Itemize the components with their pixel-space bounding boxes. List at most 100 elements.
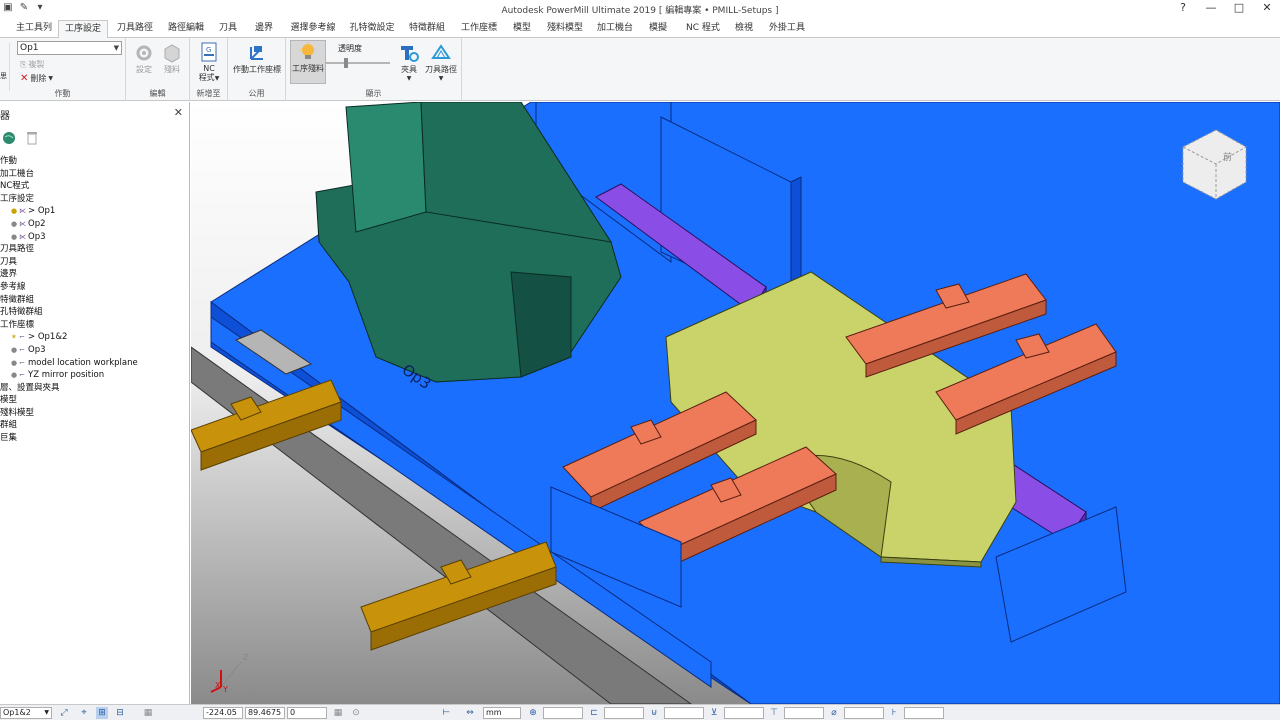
- tab-setup[interactable]: 工序設定: [58, 20, 108, 39]
- workplane-label: 作動工作座標: [233, 65, 281, 74]
- thickness-field[interactable]: [784, 707, 824, 719]
- tab-toolpath-edit[interactable]: 路徑編輯: [164, 20, 208, 38]
- coordinate-z-field[interactable]: 0: [287, 707, 327, 719]
- toolpath-display-button[interactable]: 刀具路徑 ▼: [424, 42, 458, 83]
- units-select[interactable]: mm: [483, 707, 521, 719]
- delete-label: 刪除: [30, 74, 47, 83]
- tree-item-toolpaths[interactable]: 刀具路徑: [0, 243, 190, 256]
- tab-machine[interactable]: 加工機台: [594, 20, 636, 38]
- tree-item-workplanes[interactable]: 工作座標: [0, 319, 190, 332]
- trash-icon[interactable]: [26, 131, 38, 145]
- tree-item-active[interactable]: 作動: [0, 155, 190, 168]
- tree-item-op1[interactable]: ● ⋉ > Op1: [0, 205, 190, 218]
- tab-hole-features[interactable]: 孔特徵設定: [346, 20, 398, 38]
- tree-item-stock-models[interactable]: 殘料模型: [0, 407, 190, 420]
- stock-button[interactable]: 殘料: [160, 42, 184, 74]
- extension-icon[interactable]: ⊦: [888, 707, 900, 719]
- tree-item-boundaries[interactable]: 邊界: [0, 268, 190, 281]
- tab-plugins[interactable]: 外掛工具: [766, 20, 808, 38]
- diameter-icon[interactable]: ⌀: [828, 707, 840, 719]
- tree-item-nc-programs[interactable]: NC程式: [0, 180, 190, 193]
- tab-feature-groups[interactable]: 特徵群組: [406, 20, 448, 38]
- tree-item-machine[interactable]: 加工機台: [0, 168, 190, 181]
- grid-snap-icon[interactable]: ▦: [332, 707, 344, 719]
- tab-workplanes[interactable]: 工作座標: [458, 20, 500, 38]
- tree-item-levels-sets-fixtures[interactable]: 層、設置與夾具: [0, 382, 190, 395]
- create-setup-button[interactable]: 思: [0, 43, 10, 91]
- tolerance-field[interactable]: [543, 707, 583, 719]
- tab-model[interactable]: 模型: [508, 20, 536, 38]
- globe-icon[interactable]: [2, 131, 16, 145]
- tree-item-setups[interactable]: 工序設定: [0, 193, 190, 206]
- setup-stock-button[interactable]: 工序殘料: [290, 40, 326, 84]
- transparency-slider[interactable]: [326, 58, 390, 68]
- extension-field[interactable]: [904, 707, 944, 719]
- tab-boundaries[interactable]: 邊界: [250, 20, 278, 38]
- tab-stock-model[interactable]: 殘料模型: [544, 20, 586, 38]
- tree-item-workplane-yz-mirror[interactable]: ● ⌐ YZ mirror position: [0, 369, 190, 382]
- tree-item-label: 工作座標: [0, 319, 35, 330]
- tab-patterns[interactable]: 選擇參考線: [286, 20, 340, 38]
- tree-item-feature-groups[interactable]: 特徵群組: [0, 294, 190, 307]
- tree-item-op2[interactable]: ● ⋉ Op2: [0, 218, 190, 231]
- group-label-display: 顯示: [365, 89, 382, 98]
- coordinate-y-field[interactable]: 89.4675: [245, 707, 285, 719]
- lightbulb-icon: ●: [11, 232, 18, 241]
- lightbulb-icon: ●: [11, 345, 18, 354]
- filter-field[interactable]: [724, 707, 764, 719]
- tree-item-tools[interactable]: 刀具: [0, 256, 190, 269]
- chevron-down-icon: ▼: [48, 75, 54, 82]
- settings-button[interactable]: 設定: [132, 42, 156, 74]
- target-icon[interactable]: ⊕: [527, 707, 539, 719]
- graphics-viewport[interactable]: Op3 前 Z X Y: [191, 102, 1280, 704]
- thickness-icon[interactable]: ⊤: [768, 707, 780, 719]
- tree-item-macros[interactable]: 巨集: [0, 432, 190, 445]
- tree-item-patterns[interactable]: 參考線: [0, 281, 190, 294]
- maximize-icon[interactable]: □: [1232, 1, 1246, 14]
- tool-field[interactable]: [664, 707, 704, 719]
- tree-item-workplane-op1-2[interactable]: ✶ ⌐ > Op1&2: [0, 331, 190, 344]
- tab-tools[interactable]: 刀具: [214, 20, 242, 38]
- tree-item-label: > Op1&2: [28, 332, 68, 343]
- tree-item-groups[interactable]: 群組: [0, 419, 190, 432]
- stepover-icon[interactable]: ⊏: [588, 707, 600, 719]
- minimize-icon[interactable]: —: [1204, 1, 1218, 14]
- stepover-field[interactable]: [604, 707, 644, 719]
- tree-item-label: > Op1: [28, 206, 56, 217]
- active-workplane-button[interactable]: 作動工作座標: [232, 42, 282, 74]
- fixture-button[interactable]: 夾具 ▼: [396, 42, 422, 83]
- copy-button[interactable]: ⎘ 複製: [20, 59, 44, 70]
- setup-select[interactable]: Op1 ▼: [17, 41, 122, 55]
- tool-icon[interactable]: ⊍: [648, 707, 660, 719]
- filter-icon[interactable]: ⊻: [708, 707, 720, 719]
- tree-item-hole-feature-groups[interactable]: 孔特徵群組: [0, 306, 190, 319]
- panel-close-icon[interactable]: ✕: [174, 106, 183, 119]
- tree-item-op3[interactable]: ● ⋉ Op3: [0, 231, 190, 244]
- tab-view[interactable]: 檢視: [730, 20, 758, 38]
- help-icon[interactable]: ?: [1176, 1, 1190, 14]
- grid-icon[interactable]: ▦: [142, 707, 154, 719]
- tree-item-workplane-model-location[interactable]: ● ⌐ model location workplane: [0, 357, 190, 370]
- workplane-select[interactable]: Op1&2 ▼: [0, 707, 52, 719]
- snap-icon[interactable]: ⌖: [78, 707, 90, 719]
- polar-icon[interactable]: ⊙: [350, 707, 362, 719]
- delete-button[interactable]: ✕ 刪除 ▼: [20, 73, 53, 84]
- tab-toolpaths[interactable]: 刀具路徑: [114, 20, 156, 38]
- svg-text:G: G: [206, 46, 211, 54]
- title-bar: ▣ ✎ ▾ Autodesk PowerMill Ultimate 2019 […: [0, 0, 1280, 18]
- tab-nc-programs[interactable]: NC 程式: [680, 20, 726, 38]
- workplane-axes-icon[interactable]: ⤢: [58, 707, 70, 719]
- transparency-slider-thumb[interactable]: [344, 58, 348, 68]
- coordinate-x-field[interactable]: -224.05: [203, 707, 243, 719]
- tree-item-workplane-op3[interactable]: ● ⌐ Op3: [0, 344, 190, 357]
- delta-mode-icon[interactable]: ⊟: [114, 707, 126, 719]
- nc-program-button[interactable]: G NC 程式▼: [196, 41, 222, 83]
- absolute-mode-icon[interactable]: ⊞: [96, 707, 108, 719]
- tab-main-toolbar[interactable]: 主工具列: [14, 20, 54, 38]
- close-icon[interactable]: ✕: [1260, 1, 1274, 14]
- measure-icon[interactable]: ⇔: [464, 707, 476, 719]
- unit-ruler-icon[interactable]: ⊢: [440, 707, 452, 719]
- diameter-field[interactable]: [844, 707, 884, 719]
- tree-item-models[interactable]: 模型: [0, 394, 190, 407]
- tab-simulation[interactable]: 模擬: [644, 20, 672, 38]
